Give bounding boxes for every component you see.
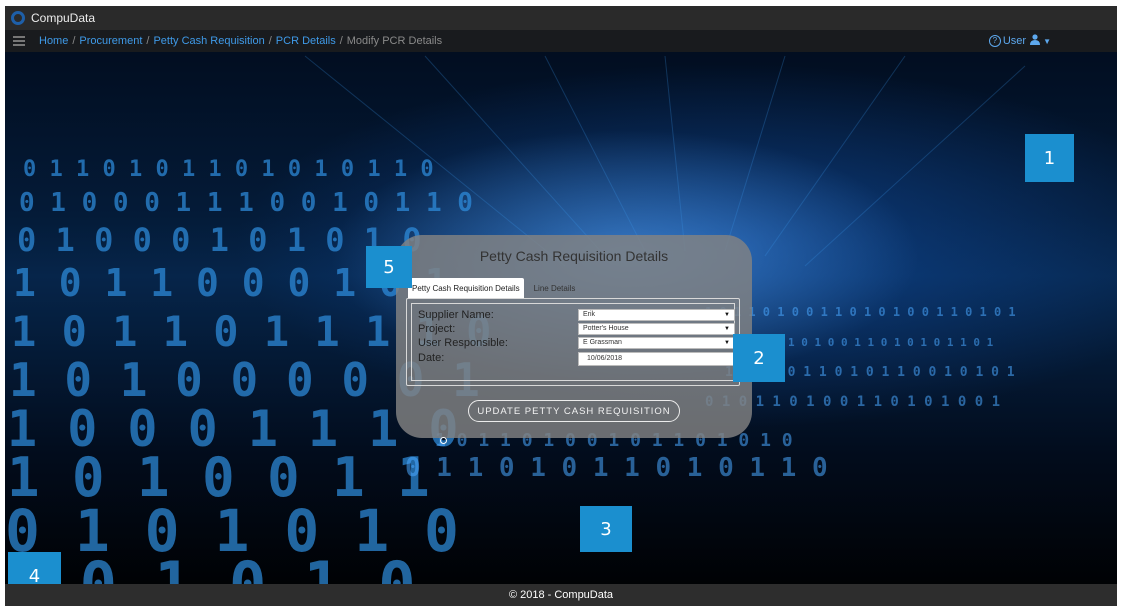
- svg-text:0 1 0 0 0 1 0 1 0 1 0: 0 1 0 0 0 1 0 1 0 1 0: [17, 221, 422, 259]
- person-icon: [1030, 34, 1041, 48]
- help-icon[interactable]: ?: [988, 35, 1001, 47]
- mouse-cursor-icon: [440, 437, 447, 444]
- user-label[interactable]: User: [1003, 35, 1026, 47]
- field-row-project: Project: Potter's House ▼: [418, 323, 735, 335]
- pcr-details-panel: Petty Cash Requisition Details Petty Cas…: [396, 235, 752, 438]
- marker-2: 2: [733, 334, 785, 382]
- field-row-user-responsible: User Responsible: E Grassman ▼: [418, 337, 735, 349]
- app-title: CompuData: [31, 11, 96, 25]
- top-bar: CompuData: [5, 6, 1117, 30]
- chevron-down-icon: ▼: [724, 340, 730, 346]
- user-responsible-label: User Responsible:: [418, 337, 508, 349]
- supplier-name-label: Supplier Name:: [418, 309, 494, 321]
- date-value: 10/06/2018: [587, 355, 623, 362]
- chevron-down-icon: ▼: [724, 326, 730, 332]
- breadcrumb-separator: /: [268, 35, 272, 47]
- form-inner: Supplier Name: Erik ▼ Project: Potter's …: [411, 303, 735, 381]
- breadcrumb-procurement[interactable]: Procurement: [79, 35, 142, 47]
- supplier-name-select[interactable]: Erik ▼: [578, 309, 735, 321]
- svg-text:0 1 0 0 0 1 1 1 0 0 1 0 1 1 0: 0 1 0 0 0 1 1 1 0 0 1 0 1 1 0: [19, 188, 473, 218]
- app-window: 0 1 1 0 1 0 1 1 0 1 0 1 0 1 1 0 0 1 0 0 …: [0, 0, 1122, 606]
- caret-down-icon: ▼: [1043, 36, 1051, 46]
- breadcrumb-petty-cash-requisition[interactable]: Petty Cash Requisition: [153, 35, 264, 47]
- hamburger-menu-icon[interactable]: [13, 34, 25, 48]
- form-box: Supplier Name: Erik ▼ Project: Potter's …: [406, 298, 740, 386]
- breadcrumb-bar: Home / Procurement / Petty Cash Requisit…: [5, 30, 1117, 52]
- panel-title: Petty Cash Requisition Details: [479, 248, 669, 264]
- breadcrumb-current: Modify PCR Details: [346, 35, 443, 47]
- project-value: Potter's House: [583, 325, 629, 332]
- tab-pcr-details[interactable]: Petty Cash Requisition Details: [408, 278, 524, 298]
- breadcrumb-separator: /: [146, 35, 150, 47]
- user-responsible-value: E Grassman: [583, 339, 622, 346]
- user-responsible-select[interactable]: E Grassman ▼: [578, 337, 735, 349]
- project-label: Project:: [418, 323, 456, 335]
- update-pcr-button[interactable]: UPDATE PETTY CASH REQUISITION: [468, 400, 680, 422]
- svg-text:0 1 1 0 1 0 1 1 0 1 0 1 0 1 1: 0 1 1 0 1 0 1 1 0 1 0 1 0 1 1 0: [23, 157, 434, 182]
- breadcrumb-home[interactable]: Home: [39, 35, 68, 47]
- footer: © 2018 - CompuData: [5, 584, 1117, 606]
- marker-5: 5: [366, 246, 412, 288]
- project-select[interactable]: Potter's House ▼: [578, 323, 735, 335]
- date-input[interactable]: 10/06/2018: [578, 352, 735, 366]
- footer-copyright: © 2018 - CompuData: [508, 589, 614, 601]
- field-row-supplier: Supplier Name: Erik ▼: [418, 309, 735, 321]
- user-menu[interactable]: ? User ▼: [988, 30, 1051, 52]
- marker-3: 3: [580, 506, 632, 552]
- field-row-date: Date: 10/06/2018: [418, 352, 735, 366]
- svg-text:0 1 1 0 1 0 1 1 0 1 0 1 1 0: 0 1 1 0 1 0 1 1 0 1 0 1 1 0: [405, 453, 828, 483]
- date-label: Date:: [418, 352, 445, 364]
- chevron-down-icon: ▼: [724, 312, 730, 318]
- tab-bar: Petty Cash Requisition Details Line Deta…: [408, 278, 579, 298]
- marker-1: 1: [1025, 134, 1074, 182]
- breadcrumb-separator: /: [72, 35, 76, 47]
- breadcrumb-pcr-details[interactable]: PCR Details: [276, 35, 336, 47]
- breadcrumb-separator: /: [339, 35, 343, 47]
- supplier-name-value: Erik: [583, 311, 596, 318]
- tab-line-details[interactable]: Line Details: [524, 278, 580, 298]
- compudata-logo-icon: [11, 11, 25, 25]
